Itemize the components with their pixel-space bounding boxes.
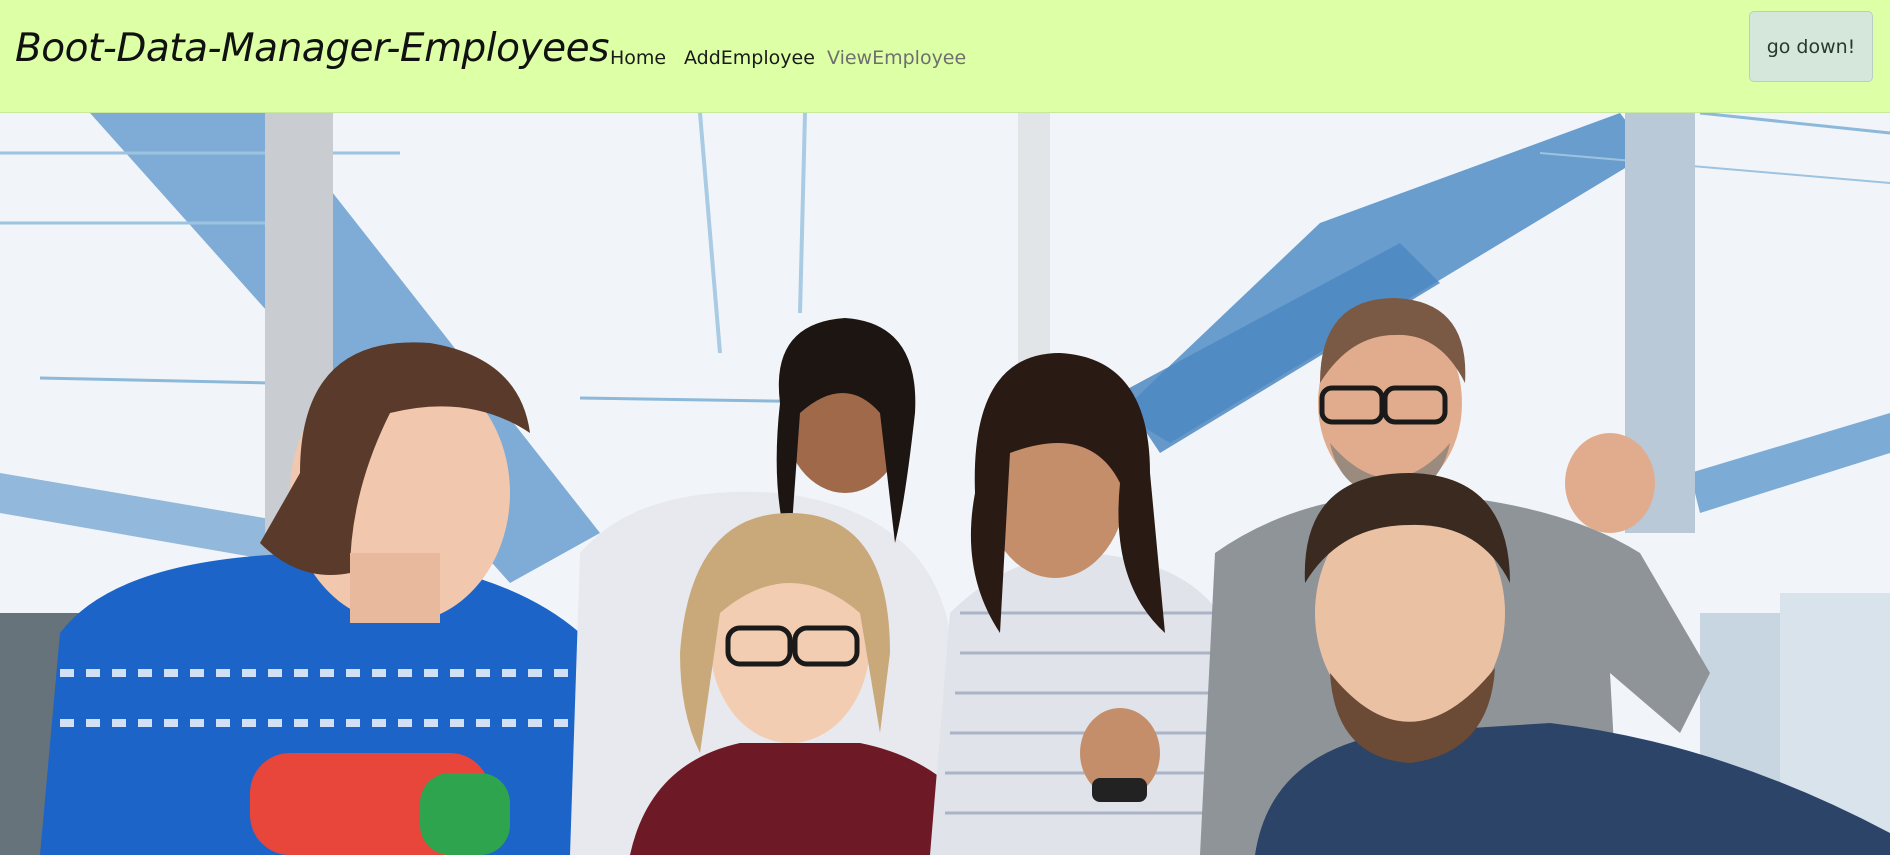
hero-image xyxy=(0,113,1890,855)
nav-link-add-employee[interactable]: AddEmployee xyxy=(684,47,815,69)
go-down-button[interactable]: go down! xyxy=(1749,11,1873,82)
group-photo-illustration xyxy=(0,113,1890,855)
nav-link-home[interactable]: Home xyxy=(610,47,666,69)
nav-link-view-employee[interactable]: ViewEmployee xyxy=(827,47,966,69)
top-navbar: Boot-Data-Manager-Employees Home AddEmpl… xyxy=(0,0,1890,113)
brand-title[interactable]: Boot-Data-Manager-Employees xyxy=(15,26,609,71)
